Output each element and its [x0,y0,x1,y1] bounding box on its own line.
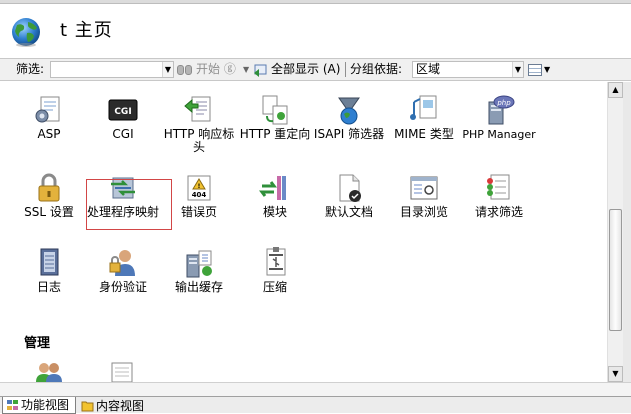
start-filter-button[interactable]: 开始 ⓖ [176,59,236,80]
start-dropdown-icon[interactable]: ▼ [243,59,249,80]
tab-features-view[interactable]: 功能视图 [2,397,76,414]
logging-icon [40,248,59,276]
authentication-icon [109,250,135,276]
php-manager-icon: php [488,95,515,125]
globe-icon [12,18,40,47]
feature-ssl-settings[interactable]: SSL 设置 [10,172,88,244]
view-tabs: 功能视图 内容视图 [0,396,631,414]
feature-label: HTTP 响应标头 [163,127,235,154]
tab-label: 功能视图 [21,398,70,412]
tab-content-view[interactable]: 内容视图 [78,397,150,414]
scroll-down-icon[interactable]: ▼ [608,366,623,382]
feature-compression[interactable]: 压缩 [236,247,314,319]
feature-label: 压缩 [262,280,287,294]
feature-label: ISAPI 筛选器 [313,127,385,141]
show-all-button[interactable]: 全部显示 (A) [253,59,340,80]
start-filter-label: 开始 ⓖ [196,62,236,76]
feature-label: ASP [37,127,61,141]
view-dropdown-icon: ▼ [544,65,551,74]
document-icon[interactable] [110,362,134,382]
bottom-bar [0,382,631,396]
view-list-icon [528,63,542,76]
filter-label: 筛选: [16,62,45,76]
feature-asp[interactable]: ASP [10,94,88,166]
feature-isapi-filters[interactable]: ISAPI 筛选器 [310,94,388,166]
filter-toolbar: 筛选: ▼ 开始 ⓖ ▼ 全部显示 (A) 分组依据: 区域 ▼ ▼ [0,58,631,81]
output-caching-icon [186,250,212,278]
feature-output-caching[interactable]: 输出缓存 [160,247,238,319]
show-all-icon [254,64,267,77]
isapi-filters-icon [338,97,360,125]
feature-label: 输出缓存 [174,280,223,294]
feature-http-redirect[interactable]: HTTP 重定向 [236,94,314,166]
http-redirect-icon [262,95,288,125]
feature-request-filtering[interactable]: 请求筛选 [460,172,538,244]
group-by-label: 分组依据: [350,62,403,76]
modules-icon [259,176,286,200]
group-by-dropdown-icon[interactable]: ▼ [512,62,523,77]
show-all-label: 全部显示 (A) [271,62,341,76]
feature-cgi[interactable]: CGI CGI [84,94,162,166]
scrollbar-thumb[interactable] [609,209,622,331]
toolbar-separator [345,62,346,77]
feature-label: HTTP 重定向 [239,127,311,141]
svg-text:CGI: CGI [114,107,131,117]
scroll-up-icon[interactable]: ▲ [608,82,623,98]
feature-label: SSL 设置 [24,205,74,219]
users-icon[interactable] [34,360,64,382]
feature-label: 默认文档 [324,205,373,219]
feature-label: 日志 [36,280,61,294]
cgi-icon: CGI [108,99,138,121]
view-mode-button[interactable]: ▼ [528,59,550,80]
svg-text:php: php [496,99,511,107]
feature-label: MIME 类型 [394,127,454,141]
feature-label: 身份验证 [98,280,147,294]
feature-mime-types[interactable]: MIME 类型 [385,94,463,166]
filter-dropdown-icon[interactable]: ▼ [162,62,173,77]
directory-browsing-icon [410,176,438,200]
ssl-settings-icon [38,173,60,202]
feature-label: 错误页 [180,205,217,219]
content-view-icon [81,401,94,411]
filter-input[interactable]: ▼ [50,61,174,78]
http-response-headers-icon [184,96,211,122]
mime-types-icon [410,95,437,120]
feature-error-pages[interactable]: ! 404 错误页 [160,172,238,244]
asp-icon [35,96,60,123]
section-title-management: 管理 [24,336,51,351]
window-right-edge [623,82,631,382]
feature-label: PHP Manager [462,128,536,141]
feature-modules[interactable]: 模块 [236,172,314,244]
feature-default-document[interactable]: 默认文档 [310,172,388,244]
compression-icon [266,247,286,276]
default-document-icon [339,174,361,202]
feature-label: 目录浏览 [399,205,448,219]
feature-authentication[interactable]: 身份验证 [84,247,162,319]
feature-label: 模块 [262,205,287,219]
tab-label: 内容视图 [96,398,145,413]
error-pages-icon: ! 404 [187,175,211,201]
feature-label: CGI [112,127,134,141]
page-title: t 主页 [60,20,113,41]
request-filtering-icon [487,174,510,200]
feature-logging[interactable]: 日志 [10,247,88,319]
vertical-scrollbar[interactable]: ▲ ▼ [607,82,623,382]
group-by-select[interactable]: 区域 ▼ [412,61,524,78]
feature-directory-browsing[interactable]: 目录浏览 [385,172,463,244]
features-pane: ASP CGI CGI HTTP 响应标头 HTTP 重定向 ISAPI 筛选器… [0,82,607,382]
feature-label: 请求筛选 [474,205,523,219]
svg-text:!: ! [198,183,201,190]
features-view-icon [7,400,18,410]
group-by-value: 区域 [416,62,441,76]
feature-http-response-headers[interactable]: HTTP 响应标头 [160,94,238,166]
binoculars-icon [176,63,194,77]
page-header: t 主页 [0,4,631,58]
svg-text:404: 404 [192,191,207,199]
feature-php-manager[interactable]: php PHP Manager [460,94,538,166]
